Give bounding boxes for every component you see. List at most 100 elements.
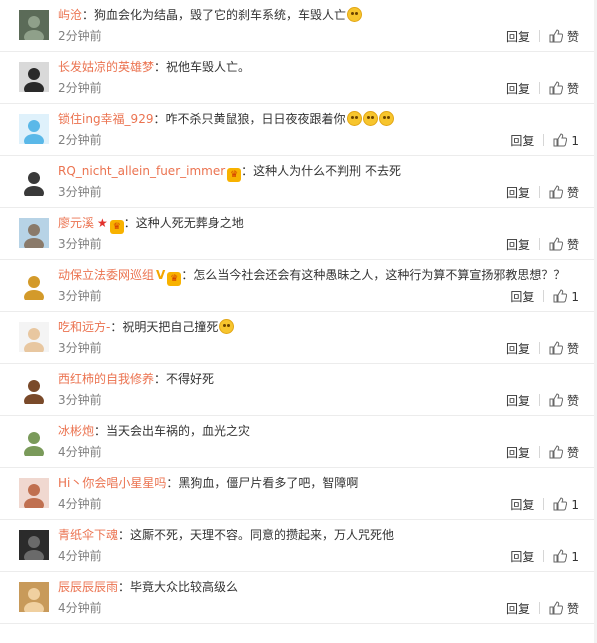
timestamp: 4分钟前: [58, 601, 102, 615]
member-badge-icon[interactable]: ♛: [167, 272, 182, 286]
like-button[interactable]: 赞: [549, 237, 579, 252]
smiley-emoji-icon: [346, 111, 362, 126]
reply-button[interactable]: 回复: [506, 238, 530, 252]
comment-line: 冰彬炮：当天会出车祸的，血光之灾: [58, 423, 577, 439]
divider: [543, 498, 545, 510]
thumbs-up-icon: [549, 237, 563, 251]
smiley-emoji-icon: [362, 111, 378, 126]
reply-button[interactable]: 回复: [506, 186, 530, 200]
reply-button[interactable]: 回复: [506, 342, 530, 356]
like-button[interactable]: 1: [553, 133, 579, 148]
member-badge-icon[interactable]: ♛: [227, 168, 242, 182]
comment-actions: 回复 1: [510, 549, 579, 564]
comment-line: 辰辰辰辰雨：毕竟大众比较高级么: [58, 579, 577, 595]
comment-line: RQ_nicht_allein_fuer_immer ♛ ：这种人为什么不判刑 不去…: [58, 163, 577, 182]
username-link[interactable]: 青纸伞下魂: [58, 528, 118, 542]
colon-separator: ：: [241, 164, 254, 178]
smiley-emoji-icon: [347, 7, 363, 22]
avatar[interactable]: [19, 166, 49, 196]
comment-text: 怎么当今社会还会有这种愚昧之人，这种行为算不算宣扬邪教思想？？: [193, 268, 566, 282]
username-link[interactable]: 长发姑凉的英雄梦: [58, 60, 154, 74]
avatar[interactable]: [19, 374, 49, 404]
comment-item: 屿沧：狗血会化为结晶，毁了它的刹车系统，车毁人亡 2分钟前 回复 赞: [0, 0, 597, 52]
thumbs-up-icon: [549, 341, 563, 355]
member-badge-icon[interactable]: ♛: [109, 220, 124, 234]
comment-line: 吃和远方-：祝明天把自己撞死: [58, 319, 577, 335]
colon-separator: ：: [94, 424, 107, 438]
reply-button[interactable]: 回复: [506, 446, 530, 460]
like-button[interactable]: 1: [553, 549, 579, 564]
timestamp: 2分钟前: [58, 133, 102, 147]
reply-button[interactable]: 回复: [506, 394, 530, 408]
like-button[interactable]: 赞: [549, 185, 579, 200]
username-link[interactable]: 锁住ing幸福_929: [58, 112, 153, 126]
timestamp: 2分钟前: [58, 29, 102, 43]
reply-button[interactable]: 回复: [506, 82, 530, 96]
timestamp: 4分钟前: [58, 445, 102, 459]
colon-separator: ：: [118, 580, 131, 594]
reply-button[interactable]: 回复: [506, 30, 530, 44]
username-link[interactable]: RQ_nicht_allein_fuer_immer: [58, 164, 225, 178]
like-label: 赞: [566, 342, 579, 356]
comment-item: 锁住ing幸福_929：咋不杀只黄鼠狼，日日夜夜跟着你 2分钟前 回复 1: [0, 104, 597, 156]
reply-button[interactable]: 回复: [510, 290, 534, 304]
colon-separator: ：: [82, 8, 95, 22]
avatar[interactable]: [19, 218, 49, 248]
like-button[interactable]: 赞: [549, 29, 579, 44]
comment-list: 屿沧：狗血会化为结晶，毁了它的刹车系统，车毁人亡 2分钟前 回复赞长发姑凉的英雄梦：…: [0, 0, 597, 624]
comment-item: 长发姑凉的英雄梦：祝他车毁人亡。 2分钟前 回复 赞: [0, 52, 597, 104]
like-button[interactable]: 赞: [549, 393, 579, 408]
reply-button[interactable]: 回复: [510, 134, 534, 148]
username-link[interactable]: Hi丶你会唱小星星吗: [58, 476, 166, 490]
avatar[interactable]: [19, 478, 49, 508]
like-label: 赞: [566, 446, 579, 460]
like-button[interactable]: 赞: [549, 81, 579, 96]
avatar[interactable]: [19, 114, 49, 144]
divider: [538, 602, 540, 614]
comment-item: 冰彬炮：当天会出车祸的，血光之灾 4分钟前 回复 赞: [0, 416, 597, 468]
avatar[interactable]: [19, 62, 49, 92]
divider: [538, 82, 540, 94]
avatar[interactable]: [19, 582, 49, 612]
like-button[interactable]: 1: [553, 497, 579, 512]
colon-separator: ：: [110, 320, 123, 334]
username-link[interactable]: 辰辰辰辰雨: [58, 580, 118, 594]
comment-actions: 回复 赞: [506, 29, 579, 44]
star-icon: ★: [97, 216, 108, 230]
reply-button[interactable]: 回复: [510, 498, 534, 512]
comment-actions: 回复 赞: [506, 393, 579, 408]
comment-text: 这厮不死，天理不容。同意的攒起来，万人咒死他: [130, 528, 395, 542]
smiley-emoji-icon: [219, 319, 235, 334]
colon-separator: ：: [123, 216, 136, 230]
like-label: 赞: [566, 82, 579, 96]
like-button[interactable]: 1: [553, 289, 579, 304]
comment-line: 动保立法委网巡组 V ♛ ：怎么当今社会还会有这种愚昧之人，这种行为算不算宣扬邪教思想…: [58, 267, 577, 286]
like-label: 1: [571, 290, 579, 304]
like-button[interactable]: 赞: [549, 445, 579, 460]
avatar[interactable]: [19, 10, 49, 40]
username-link[interactable]: 廖元溪: [58, 216, 94, 230]
like-label: 1: [571, 134, 579, 148]
username-link[interactable]: 冰彬炮: [58, 424, 94, 438]
username-link[interactable]: 吃和远方-: [58, 320, 110, 334]
like-button[interactable]: 赞: [549, 601, 579, 616]
reply-button[interactable]: 回复: [506, 602, 530, 616]
comment-actions: 回复 1: [510, 289, 579, 304]
like-button[interactable]: 赞: [549, 341, 579, 356]
avatar[interactable]: [19, 270, 49, 300]
comment-line: 廖元溪 ★ ♛ ：这种人死无葬身之地: [58, 215, 577, 234]
divider: [538, 394, 540, 406]
username-link[interactable]: 西红柿的自我修养: [58, 372, 154, 386]
avatar[interactable]: [19, 530, 49, 560]
comment-actions: 回复 赞: [506, 341, 579, 356]
avatar[interactable]: [19, 426, 49, 456]
reply-button[interactable]: 回复: [510, 550, 534, 564]
colon-separator: ：: [166, 476, 179, 490]
colon-separator: ：: [154, 372, 167, 386]
comment-item: 动保立法委网巡组 V ♛ ：怎么当今社会还会有这种愚昧之人，这种行为算不算宣扬邪教思想…: [0, 260, 597, 312]
username-link[interactable]: 屿沧: [58, 8, 82, 22]
avatar[interactable]: [19, 322, 49, 352]
username-link[interactable]: 动保立法委网巡组: [58, 268, 154, 282]
colon-separator: ：: [181, 268, 194, 282]
comment-line: Hi丶你会唱小星星吗：黑狗血，僵尸片看多了吧，智障啊: [58, 475, 577, 491]
